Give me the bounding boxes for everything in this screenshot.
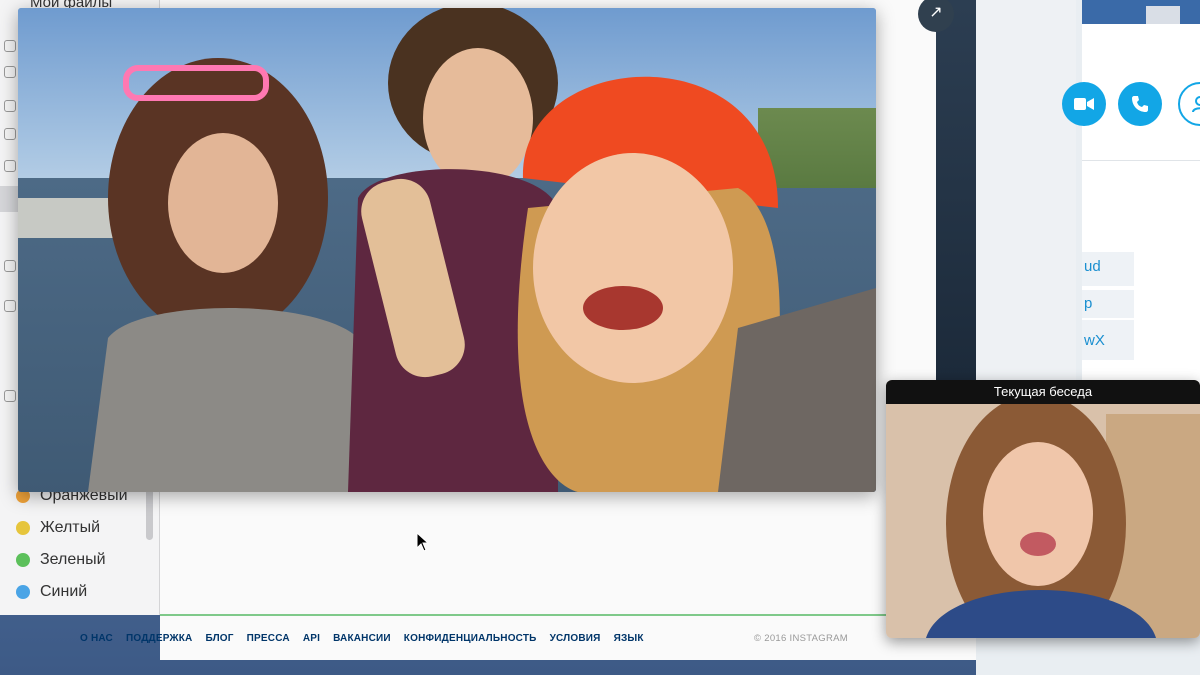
tag-label: Желтый — [40, 519, 101, 536]
sidebar-folder-icon[interactable] — [4, 100, 16, 112]
contact-chip[interactable]: ud — [1082, 252, 1134, 286]
footer-link-api[interactable]: API — [303, 633, 320, 644]
footer-link-language[interactable]: ЯЗЫК — [614, 633, 644, 644]
thumbnail-person-illustration — [886, 404, 1200, 638]
footer-link-terms[interactable]: УСЛОВИЯ — [550, 633, 601, 644]
contact-chip[interactable]: p — [1082, 290, 1134, 318]
skype-divider — [1082, 160, 1200, 161]
phone-icon[interactable] — [1118, 82, 1162, 126]
window-gap — [936, 0, 976, 380]
footer-link-blog[interactable]: БЛОГ — [205, 633, 233, 644]
sidebar-folder-icon[interactable] — [4, 66, 16, 78]
sidebar-device-icon[interactable] — [4, 300, 16, 312]
tag-label: Зеленый — [40, 551, 106, 568]
footer-links: О НАС ПОДДЕРЖКА БЛОГ ПРЕССА API ВАКАНСИИ… — [80, 633, 657, 644]
footer-link-jobs[interactable]: ВАКАНСИИ — [333, 633, 391, 644]
tags-list: Оранжевый Желтый Зеленый Синий — [16, 480, 128, 608]
footer-link-support[interactable]: ПОДДЕРЖКА — [126, 633, 192, 644]
green-dot-icon — [16, 553, 30, 567]
footer-copyright: © 2016 INSTAGRAM — [754, 632, 848, 644]
mouse-pointer-icon — [416, 532, 430, 552]
footer-link-about[interactable]: О НАС — [80, 633, 113, 644]
blue-dot-icon — [16, 585, 30, 599]
video-stream-main[interactable] — [18, 8, 876, 492]
avatar[interactable] — [1146, 6, 1180, 24]
skype-header-bar — [1082, 0, 1200, 24]
tag-yellow[interactable]: Желтый — [16, 512, 128, 544]
sidebar-device-icon[interactable] — [4, 260, 16, 272]
sidebar-tag-icon[interactable] — [4, 390, 16, 402]
skype-side-panel — [976, 0, 1076, 380]
tag-label: Синий — [40, 583, 88, 600]
video-call-icon[interactable] — [1062, 82, 1106, 126]
thumbnail-title: Текущая беседа — [886, 380, 1200, 404]
sidebar-selected-item[interactable] — [0, 186, 18, 212]
sidebar-folder-icon[interactable] — [4, 40, 16, 52]
contact-chip[interactable]: wX — [1082, 320, 1134, 360]
tag-blue[interactable]: Синий — [16, 576, 128, 608]
yellow-dot-icon — [16, 521, 30, 535]
sidebar-folder-icon[interactable] — [4, 128, 16, 140]
video-call-thumbnail[interactable]: Текущая беседа — [886, 380, 1200, 638]
tag-green[interactable]: Зеленый — [16, 544, 128, 576]
video-people-illustration — [88, 8, 876, 492]
footer-link-privacy[interactable]: КОНФИДЕНЦИАЛЬНОСТЬ — [404, 633, 537, 644]
sidebar-folder-icon[interactable] — [4, 160, 16, 172]
footer-link-press[interactable]: ПРЕССА — [247, 633, 290, 644]
